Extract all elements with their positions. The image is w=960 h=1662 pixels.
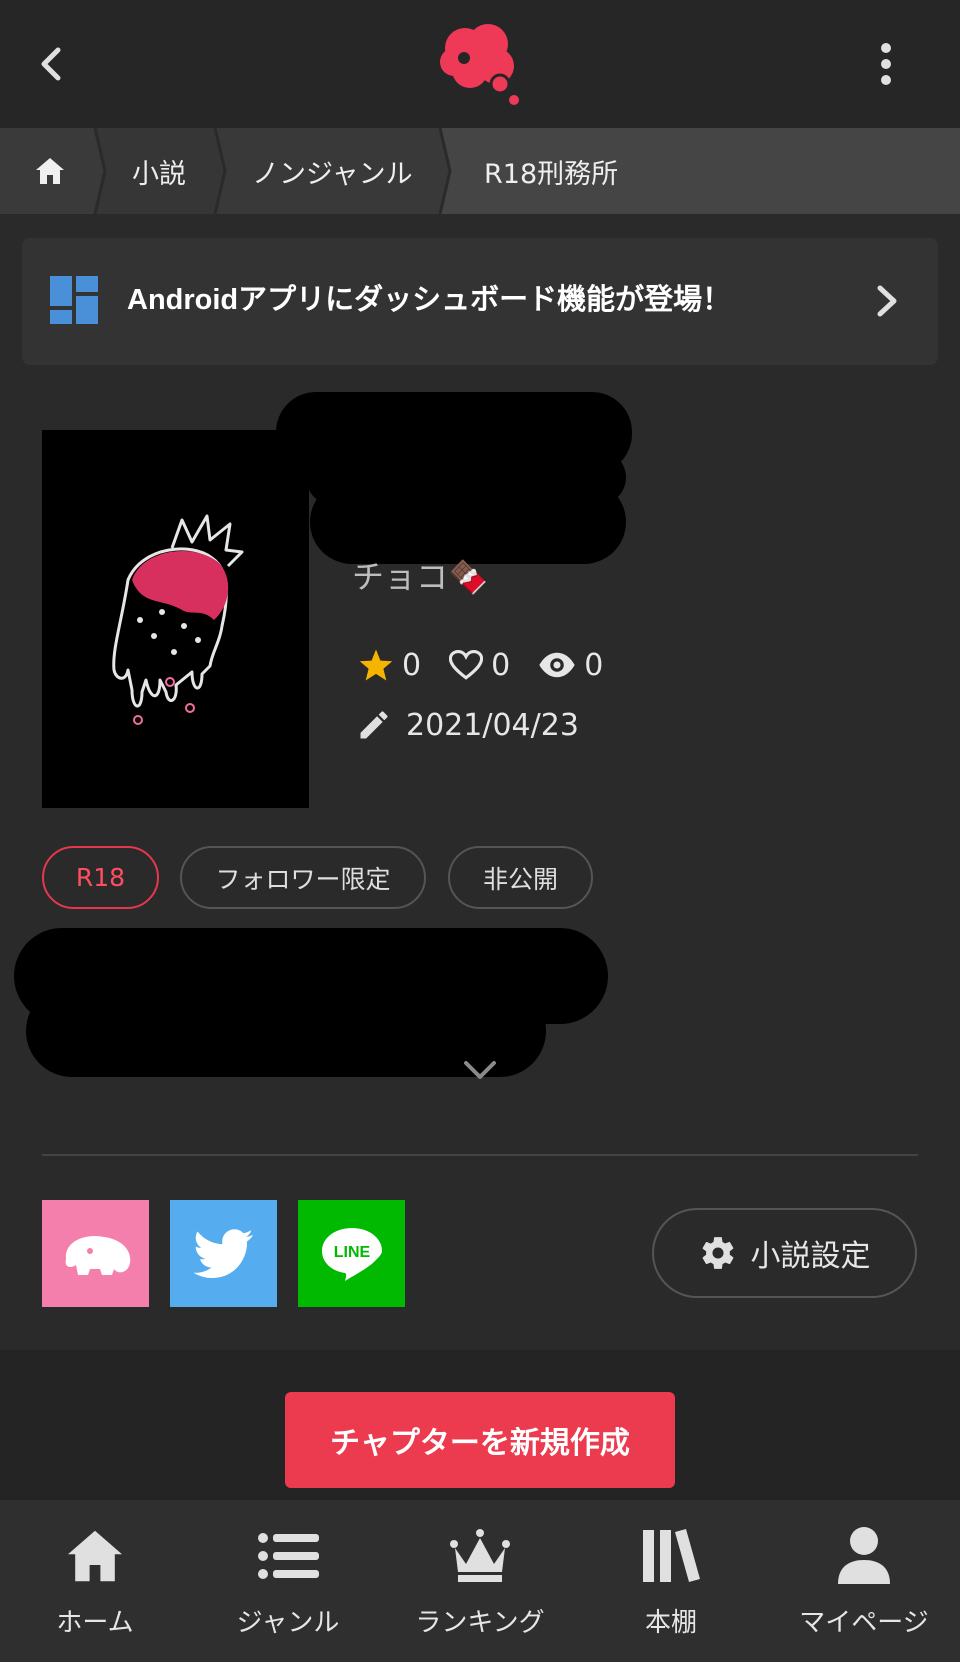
breadcrumb-item-novel[interactable]: 小説 (132, 128, 186, 214)
novel-cover-image[interactable] (42, 430, 309, 808)
speech-bubble-logo-icon (440, 24, 519, 105)
nav-genre[interactable]: ジャンル (203, 1520, 373, 1650)
novel-stats: 0 0 0 (358, 640, 631, 690)
elephant-icon (65, 1235, 130, 1275)
nav-bookshelf-label: 本棚 (644, 1608, 697, 1638)
line-icon: LINE (321, 1227, 382, 1281)
nav-ranking[interactable]: ランキング (395, 1520, 565, 1650)
heart-icon (449, 649, 484, 680)
more-vertical-icon (881, 43, 891, 85)
more-menu-button[interactable] (866, 40, 906, 88)
author-name[interactable]: チョコ🍫 (352, 552, 488, 598)
share-misskey-button[interactable] (42, 1200, 149, 1307)
star-count: 0 (402, 647, 422, 683)
expand-chevron-down-icon[interactable] (460, 1055, 500, 1085)
back-button[interactable] (30, 40, 70, 88)
dashboard-icon (50, 276, 98, 324)
nav-mypage[interactable]: マイページ (779, 1520, 949, 1650)
star-icon (359, 649, 393, 681)
tag-followers-only[interactable]: フォロワー限定 (180, 846, 426, 909)
line-icon-label: LINE (333, 1244, 370, 1261)
breadcrumb: 小説 ノンジャンル R18刑務所 (0, 128, 960, 214)
gear-icon (702, 1237, 733, 1269)
nav-ranking-label: ランキング (415, 1608, 545, 1638)
breadcrumb-item-current[interactable]: R18刑務所 (484, 128, 618, 214)
promo-text: Androidアプリにダッシュボード機能が登場！ (127, 284, 732, 316)
list-icon (258, 1533, 319, 1579)
pencil-icon (360, 711, 388, 739)
eye-icon (539, 652, 575, 678)
home-icon (36, 158, 64, 184)
bookshelf-icon (643, 1529, 700, 1582)
strawberry-illustration (112, 514, 244, 725)
nav-home-label: ホーム (56, 1608, 134, 1638)
tag-r18[interactable]: R18 (42, 846, 159, 909)
novel-settings-button[interactable]: 小説設定 (652, 1208, 917, 1298)
settings-label: 小説設定 (750, 1239, 871, 1274)
home-icon (68, 1530, 122, 1582)
chevron-left-icon (41, 47, 61, 81)
nav-home[interactable]: ホーム (10, 1520, 180, 1650)
updated-date: 2021/04/23 (406, 707, 579, 743)
crown-icon (450, 1529, 510, 1582)
nav-mypage-label: マイページ (799, 1608, 929, 1638)
nav-bookshelf[interactable]: 本棚 (586, 1520, 756, 1650)
breadcrumb-item-genre[interactable]: ノンジャンル (252, 128, 413, 214)
create-chapter-button[interactable]: チャプターを新規作成 (285, 1392, 675, 1488)
nav-genre-label: ジャンル (236, 1608, 340, 1638)
user-icon (838, 1527, 890, 1584)
breadcrumb-home[interactable] (34, 128, 66, 214)
app-logo[interactable] (430, 18, 530, 108)
like-count: 0 (491, 647, 511, 683)
updated-date-row: 2021/04/23 (356, 700, 579, 750)
tag-private[interactable]: 非公開 (448, 846, 593, 909)
view-count: 0 (584, 647, 604, 683)
section-divider (42, 1154, 918, 1156)
twitter-bird-icon (193, 1228, 253, 1278)
share-twitter-button[interactable] (170, 1200, 277, 1307)
share-line-button[interactable]: LINE (298, 1200, 405, 1307)
dashboard-promo-banner[interactable]: Androidアプリにダッシュボード機能が登場！ (22, 238, 938, 365)
chevron-right-icon (877, 285, 897, 317)
